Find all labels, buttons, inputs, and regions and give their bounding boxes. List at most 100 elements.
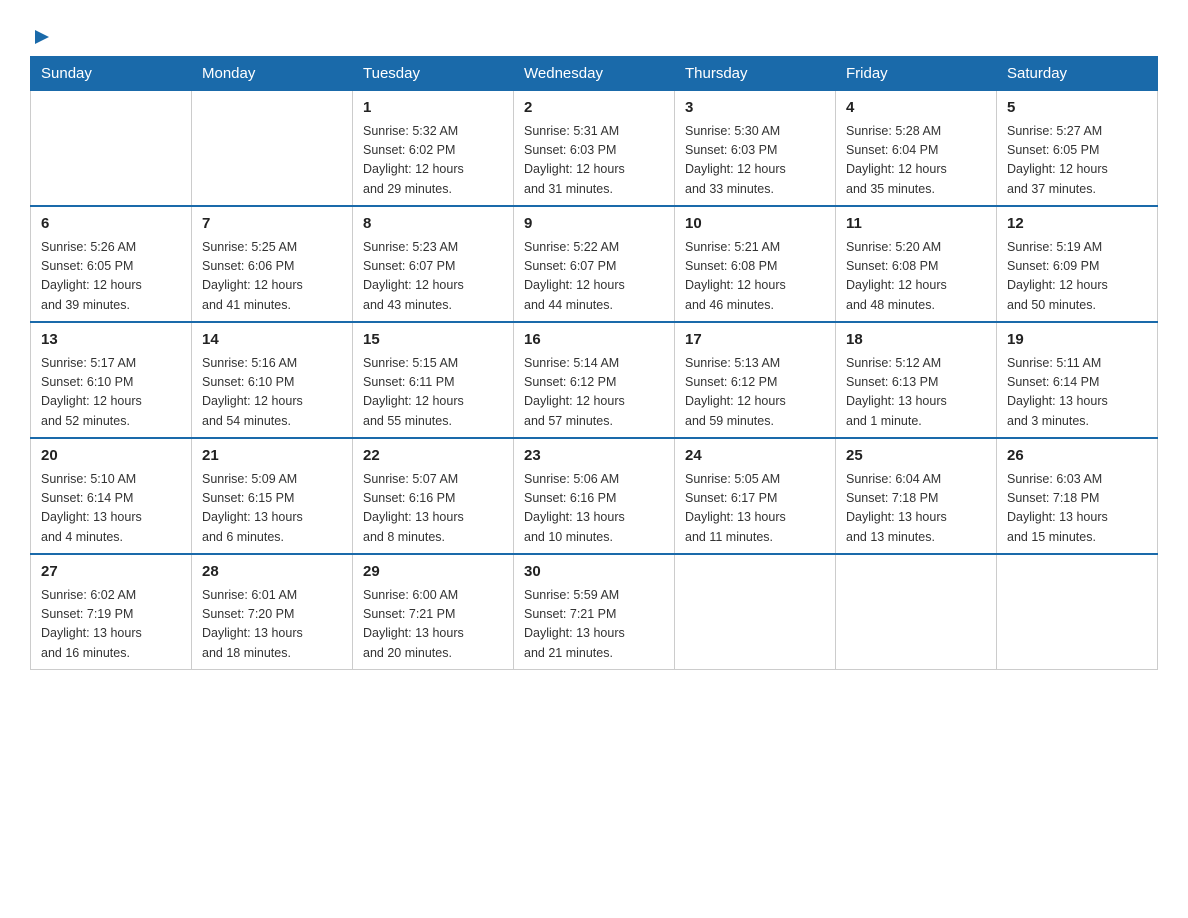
calendar-cell: 22Sunrise: 5:07 AM Sunset: 6:16 PM Dayli… — [353, 438, 514, 554]
day-number: 24 — [685, 445, 825, 468]
calendar-cell: 13Sunrise: 5:17 AM Sunset: 6:10 PM Dayli… — [31, 322, 192, 438]
day-info: Sunrise: 5:27 AM Sunset: 6:05 PM Dayligh… — [1007, 122, 1147, 200]
calendar-cell: 8Sunrise: 5:23 AM Sunset: 6:07 PM Daylig… — [353, 206, 514, 322]
calendar-week-row: 1Sunrise: 5:32 AM Sunset: 6:02 PM Daylig… — [31, 91, 1158, 207]
calendar-cell: 24Sunrise: 5:05 AM Sunset: 6:17 PM Dayli… — [675, 438, 836, 554]
calendar-cell: 26Sunrise: 6:03 AM Sunset: 7:18 PM Dayli… — [997, 438, 1158, 554]
day-info: Sunrise: 5:09 AM Sunset: 6:15 PM Dayligh… — [202, 470, 342, 548]
calendar-week-row: 6Sunrise: 5:26 AM Sunset: 6:05 PM Daylig… — [31, 206, 1158, 322]
calendar-week-row: 27Sunrise: 6:02 AM Sunset: 7:19 PM Dayli… — [31, 554, 1158, 670]
calendar-cell: 10Sunrise: 5:21 AM Sunset: 6:08 PM Dayli… — [675, 206, 836, 322]
day-info: Sunrise: 5:16 AM Sunset: 6:10 PM Dayligh… — [202, 354, 342, 432]
day-number: 27 — [41, 561, 181, 584]
day-number: 20 — [41, 445, 181, 468]
calendar-cell: 20Sunrise: 5:10 AM Sunset: 6:14 PM Dayli… — [31, 438, 192, 554]
calendar-cell: 28Sunrise: 6:01 AM Sunset: 7:20 PM Dayli… — [192, 554, 353, 670]
day-number: 17 — [685, 329, 825, 352]
day-info: Sunrise: 5:06 AM Sunset: 6:16 PM Dayligh… — [524, 470, 664, 548]
day-info: Sunrise: 5:22 AM Sunset: 6:07 PM Dayligh… — [524, 238, 664, 316]
weekday-header-tuesday: Tuesday — [353, 57, 514, 91]
day-info: Sunrise: 5:10 AM Sunset: 6:14 PM Dayligh… — [41, 470, 181, 548]
day-number: 9 — [524, 213, 664, 236]
calendar-cell: 16Sunrise: 5:14 AM Sunset: 6:12 PM Dayli… — [514, 322, 675, 438]
day-number: 16 — [524, 329, 664, 352]
day-info: Sunrise: 6:02 AM Sunset: 7:19 PM Dayligh… — [41, 586, 181, 664]
day-info: Sunrise: 5:12 AM Sunset: 6:13 PM Dayligh… — [846, 354, 986, 432]
calendar-cell: 1Sunrise: 5:32 AM Sunset: 6:02 PM Daylig… — [353, 91, 514, 207]
weekday-header-wednesday: Wednesday — [514, 57, 675, 91]
day-number: 19 — [1007, 329, 1147, 352]
day-number: 6 — [41, 213, 181, 236]
weekday-header-thursday: Thursday — [675, 57, 836, 91]
weekday-header-row: SundayMondayTuesdayWednesdayThursdayFrid… — [31, 57, 1158, 91]
day-info: Sunrise: 5:17 AM Sunset: 6:10 PM Dayligh… — [41, 354, 181, 432]
calendar-cell: 11Sunrise: 5:20 AM Sunset: 6:08 PM Dayli… — [836, 206, 997, 322]
day-info: Sunrise: 5:14 AM Sunset: 6:12 PM Dayligh… — [524, 354, 664, 432]
calendar-cell: 4Sunrise: 5:28 AM Sunset: 6:04 PM Daylig… — [836, 91, 997, 207]
day-info: Sunrise: 5:28 AM Sunset: 6:04 PM Dayligh… — [846, 122, 986, 200]
day-info: Sunrise: 5:07 AM Sunset: 6:16 PM Dayligh… — [363, 470, 503, 548]
day-number: 28 — [202, 561, 342, 584]
calendar-cell — [192, 91, 353, 207]
weekday-header-sunday: Sunday — [31, 57, 192, 91]
day-number: 18 — [846, 329, 986, 352]
day-number: 11 — [846, 213, 986, 236]
day-info: Sunrise: 6:04 AM Sunset: 7:18 PM Dayligh… — [846, 470, 986, 548]
weekday-header-monday: Monday — [192, 57, 353, 91]
day-number: 7 — [202, 213, 342, 236]
day-number: 1 — [363, 97, 503, 120]
calendar-cell: 5Sunrise: 5:27 AM Sunset: 6:05 PM Daylig… — [997, 91, 1158, 207]
day-info: Sunrise: 5:20 AM Sunset: 6:08 PM Dayligh… — [846, 238, 986, 316]
day-info: Sunrise: 5:31 AM Sunset: 6:03 PM Dayligh… — [524, 122, 664, 200]
calendar-cell — [997, 554, 1158, 670]
calendar-cell: 25Sunrise: 6:04 AM Sunset: 7:18 PM Dayli… — [836, 438, 997, 554]
day-info: Sunrise: 5:59 AM Sunset: 7:21 PM Dayligh… — [524, 586, 664, 664]
day-number: 2 — [524, 97, 664, 120]
day-info: Sunrise: 5:32 AM Sunset: 6:02 PM Dayligh… — [363, 122, 503, 200]
calendar-cell: 18Sunrise: 5:12 AM Sunset: 6:13 PM Dayli… — [836, 322, 997, 438]
day-number: 13 — [41, 329, 181, 352]
calendar-cell: 7Sunrise: 5:25 AM Sunset: 6:06 PM Daylig… — [192, 206, 353, 322]
calendar-cell: 12Sunrise: 5:19 AM Sunset: 6:09 PM Dayli… — [997, 206, 1158, 322]
calendar-cell — [675, 554, 836, 670]
calendar-cell — [836, 554, 997, 670]
day-info: Sunrise: 5:11 AM Sunset: 6:14 PM Dayligh… — [1007, 354, 1147, 432]
logo — [30, 30, 51, 46]
day-info: Sunrise: 5:05 AM Sunset: 6:17 PM Dayligh… — [685, 470, 825, 548]
calendar-cell: 15Sunrise: 5:15 AM Sunset: 6:11 PM Dayli… — [353, 322, 514, 438]
calendar-cell: 30Sunrise: 5:59 AM Sunset: 7:21 PM Dayli… — [514, 554, 675, 670]
day-info: Sunrise: 6:01 AM Sunset: 7:20 PM Dayligh… — [202, 586, 342, 664]
calendar-cell: 19Sunrise: 5:11 AM Sunset: 6:14 PM Dayli… — [997, 322, 1158, 438]
day-number: 26 — [1007, 445, 1147, 468]
weekday-header-saturday: Saturday — [997, 57, 1158, 91]
day-number: 12 — [1007, 213, 1147, 236]
day-number: 4 — [846, 97, 986, 120]
calendar-cell: 21Sunrise: 5:09 AM Sunset: 6:15 PM Dayli… — [192, 438, 353, 554]
day-info: Sunrise: 6:00 AM Sunset: 7:21 PM Dayligh… — [363, 586, 503, 664]
day-number: 10 — [685, 213, 825, 236]
day-number: 23 — [524, 445, 664, 468]
calendar-cell: 14Sunrise: 5:16 AM Sunset: 6:10 PM Dayli… — [192, 322, 353, 438]
calendar-cell: 6Sunrise: 5:26 AM Sunset: 6:05 PM Daylig… — [31, 206, 192, 322]
calendar-cell: 29Sunrise: 6:00 AM Sunset: 7:21 PM Dayli… — [353, 554, 514, 670]
day-info: Sunrise: 5:23 AM Sunset: 6:07 PM Dayligh… — [363, 238, 503, 316]
day-number: 14 — [202, 329, 342, 352]
weekday-header-friday: Friday — [836, 57, 997, 91]
day-number: 22 — [363, 445, 503, 468]
day-number: 8 — [363, 213, 503, 236]
day-info: Sunrise: 5:30 AM Sunset: 6:03 PM Dayligh… — [685, 122, 825, 200]
calendar-week-row: 13Sunrise: 5:17 AM Sunset: 6:10 PM Dayli… — [31, 322, 1158, 438]
calendar-cell: 17Sunrise: 5:13 AM Sunset: 6:12 PM Dayli… — [675, 322, 836, 438]
logo-triangle-icon — [33, 28, 51, 46]
calendar-table: SundayMondayTuesdayWednesdayThursdayFrid… — [30, 56, 1158, 670]
day-info: Sunrise: 5:21 AM Sunset: 6:08 PM Dayligh… — [685, 238, 825, 316]
day-info: Sunrise: 5:13 AM Sunset: 6:12 PM Dayligh… — [685, 354, 825, 432]
day-info: Sunrise: 5:25 AM Sunset: 6:06 PM Dayligh… — [202, 238, 342, 316]
page-header — [30, 20, 1158, 46]
day-number: 15 — [363, 329, 503, 352]
day-info: Sunrise: 5:15 AM Sunset: 6:11 PM Dayligh… — [363, 354, 503, 432]
day-number: 29 — [363, 561, 503, 584]
day-info: Sunrise: 6:03 AM Sunset: 7:18 PM Dayligh… — [1007, 470, 1147, 548]
day-number: 5 — [1007, 97, 1147, 120]
calendar-week-row: 20Sunrise: 5:10 AM Sunset: 6:14 PM Dayli… — [31, 438, 1158, 554]
